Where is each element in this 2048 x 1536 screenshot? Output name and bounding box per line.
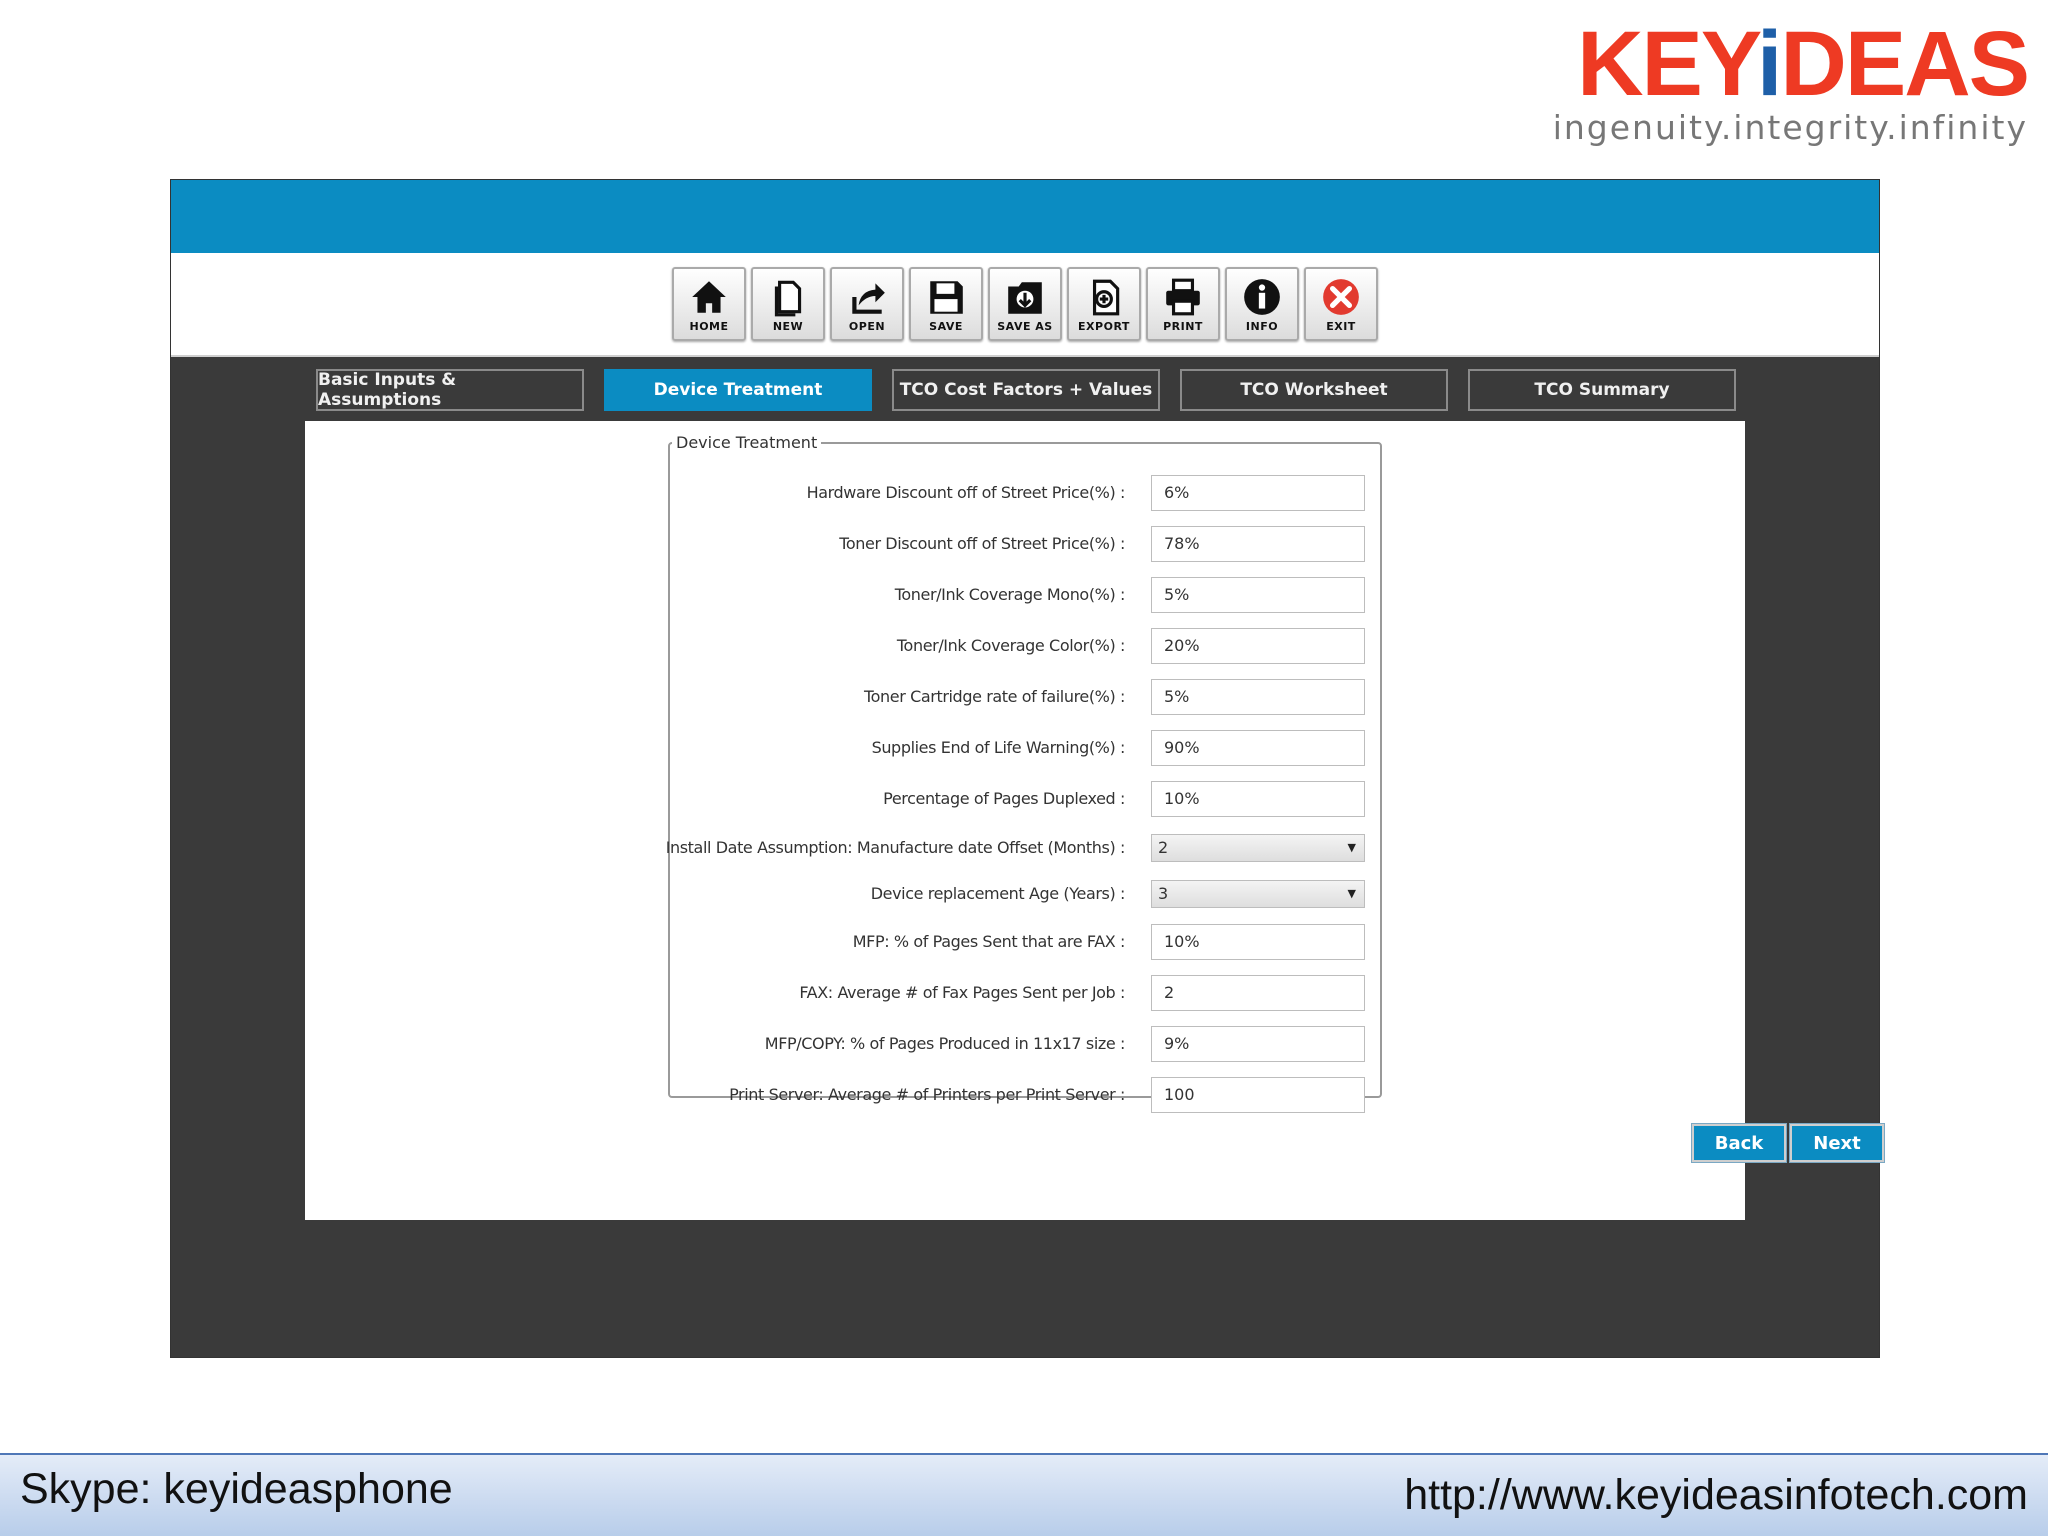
save-button[interactable]: SAVE (909, 267, 983, 341)
app-window: HOME NEW OPEN SAVE SAVE AS EXPORT PRINT (170, 179, 1884, 1358)
next-button[interactable]: Next (1790, 1124, 1884, 1162)
replacement-age-select[interactable]: 3 ▼ (1151, 880, 1365, 908)
exit-icon (1323, 278, 1359, 315)
field-label: MFP: % of Pages Sent that are FAX : (852, 932, 1126, 951)
device-treatment-group: Device Treatment Hardware Discount off o… (666, 433, 1382, 1113)
tab-tco-cost-factors[interactable]: TCO Cost Factors + Values (892, 369, 1160, 411)
content-panel: Device Treatment Hardware Discount off o… (305, 421, 1884, 1220)
fax-pages-input[interactable]: 10% (1151, 924, 1365, 960)
form-row-fax-pages: MFP: % of Pages Sent that are FAX : 10% (670, 922, 1380, 962)
chevron-down-icon: ▼ (1347, 887, 1356, 900)
coverage-color-input[interactable]: 20% (1151, 628, 1365, 664)
field-label: Percentage of Pages Duplexed : (883, 789, 1125, 808)
tab-device-treatment[interactable]: Device Treatment (604, 369, 872, 411)
11x17-pages-input[interactable]: 9% (1151, 1026, 1365, 1062)
group-legend: Device Treatment (676, 433, 818, 452)
form-row-pages-duplexed: Percentage of Pages Duplexed : 10% (670, 779, 1380, 819)
form-row-fax-per-job: FAX: Average # of Fax Pages Sent per Job… (670, 973, 1380, 1013)
field-label: Print Server: Average # of Printers per … (729, 1085, 1125, 1104)
open-button[interactable]: OPEN (830, 267, 904, 341)
field-label: Install Date Assumption: Manufacture dat… (665, 838, 1126, 857)
field-label: Hardware Discount off of Street Price(%)… (806, 483, 1126, 502)
logo-wordmark: KEYiDEAS (1577, 13, 2030, 115)
export-button[interactable]: EXPORT (1067, 267, 1141, 341)
export-icon (1092, 279, 1120, 315)
home-icon (692, 280, 726, 313)
tab-tco-worksheet[interactable]: TCO Worksheet (1180, 369, 1448, 411)
form-row-replacement-age: Device replacement Age (Years) : 3 ▼ (670, 874, 1380, 914)
save-as-icon (1008, 281, 1042, 314)
skype-contact: Skype: keyideasphone (20, 1465, 453, 1513)
field-label: Device replacement Age (Years) : (870, 884, 1126, 903)
tab-basic-inputs[interactable]: Basic Inputs & Assumptions (316, 369, 584, 411)
title-bar (171, 180, 1879, 253)
form-row-eol-warning: Supplies End of Life Warning(%) : 90% (670, 728, 1380, 768)
field-label: Toner Discount off of Street Price(%) : (839, 534, 1125, 553)
tab-bar: Basic Inputs & Assumptions Device Treatm… (316, 369, 1736, 411)
form-row-install-offset: Install Date Assumption: Manufacture dat… (666, 828, 1380, 868)
footer-bar: Skype: keyideasphone http://www.keyideas… (0, 1453, 2048, 1536)
select-value: 3 (1158, 884, 1169, 903)
toner-discount-input[interactable]: 78% (1151, 526, 1365, 562)
form-row-printers-per-server: Print Server: Average # of Printers per … (670, 1075, 1380, 1115)
new-document-icon (774, 280, 802, 316)
logo-tagline: ingenuity.integrity.infinity (1552, 108, 2028, 147)
fax-per-job-input[interactable]: 2 (1151, 975, 1365, 1011)
select-value: 2 (1158, 838, 1169, 857)
save-icon (930, 280, 963, 314)
back-button[interactable]: Back (1692, 1124, 1786, 1162)
home-button[interactable]: HOME (672, 267, 746, 341)
form-row-hardware-discount: Hardware Discount off of Street Price(%)… (670, 473, 1380, 513)
save-as-button[interactable]: SAVE AS (988, 267, 1062, 341)
form-row-cartridge-failure: Toner Cartridge rate of failure(%) : 5% (670, 677, 1380, 717)
open-icon (852, 282, 885, 314)
field-label: Toner Cartridge rate of failure(%) : (864, 687, 1125, 706)
info-icon (1244, 278, 1280, 315)
exit-button[interactable]: EXIT (1304, 267, 1378, 341)
form-row-coverage-color: Toner/Ink Coverage Color(%) : 20% (670, 626, 1380, 666)
form-row-toner-discount: Toner Discount off of Street Price(%) : … (670, 524, 1380, 564)
eol-warning-input[interactable]: 90% (1151, 730, 1365, 766)
website-url: http://www.keyideasinfotech.com (1404, 1471, 2028, 1519)
print-button[interactable]: PRINT (1146, 267, 1220, 341)
chevron-down-icon: ▼ (1347, 841, 1356, 854)
tab-tco-summary[interactable]: TCO Summary (1468, 369, 1736, 411)
install-offset-select[interactable]: 2 ▼ (1151, 834, 1365, 862)
print-icon (1166, 278, 1200, 315)
hardware-discount-input[interactable]: 6% (1151, 475, 1365, 511)
coverage-mono-input[interactable]: 5% (1151, 577, 1365, 613)
form-row-coverage-mono: Toner/Ink Coverage Mono(%) : 5% (670, 575, 1380, 615)
pages-duplexed-input[interactable]: 10% (1151, 781, 1365, 817)
field-label: Toner/Ink Coverage Mono(%) : (894, 585, 1126, 604)
info-button[interactable]: INFO (1225, 267, 1299, 341)
form-row-11x17-pages: MFP/COPY: % of Pages Produced in 11x17 s… (670, 1024, 1380, 1064)
printers-per-server-input[interactable]: 100 (1151, 1077, 1365, 1113)
field-label: Supplies End of Life Warning(%) : (871, 738, 1126, 757)
new-button[interactable]: NEW (751, 267, 825, 341)
field-label: Toner/Ink Coverage Color(%) : (896, 636, 1125, 655)
toolbar: HOME NEW OPEN SAVE SAVE AS EXPORT PRINT (171, 253, 1879, 357)
keyideas-logo: KEYiDEAS ingenuity.integrity.infinity (1548, 13, 2030, 147)
cartridge-failure-input[interactable]: 5% (1151, 679, 1365, 715)
field-label: MFP/COPY: % of Pages Produced in 11x17 s… (764, 1034, 1126, 1053)
field-label: FAX: Average # of Fax Pages Sent per Job… (799, 983, 1125, 1002)
